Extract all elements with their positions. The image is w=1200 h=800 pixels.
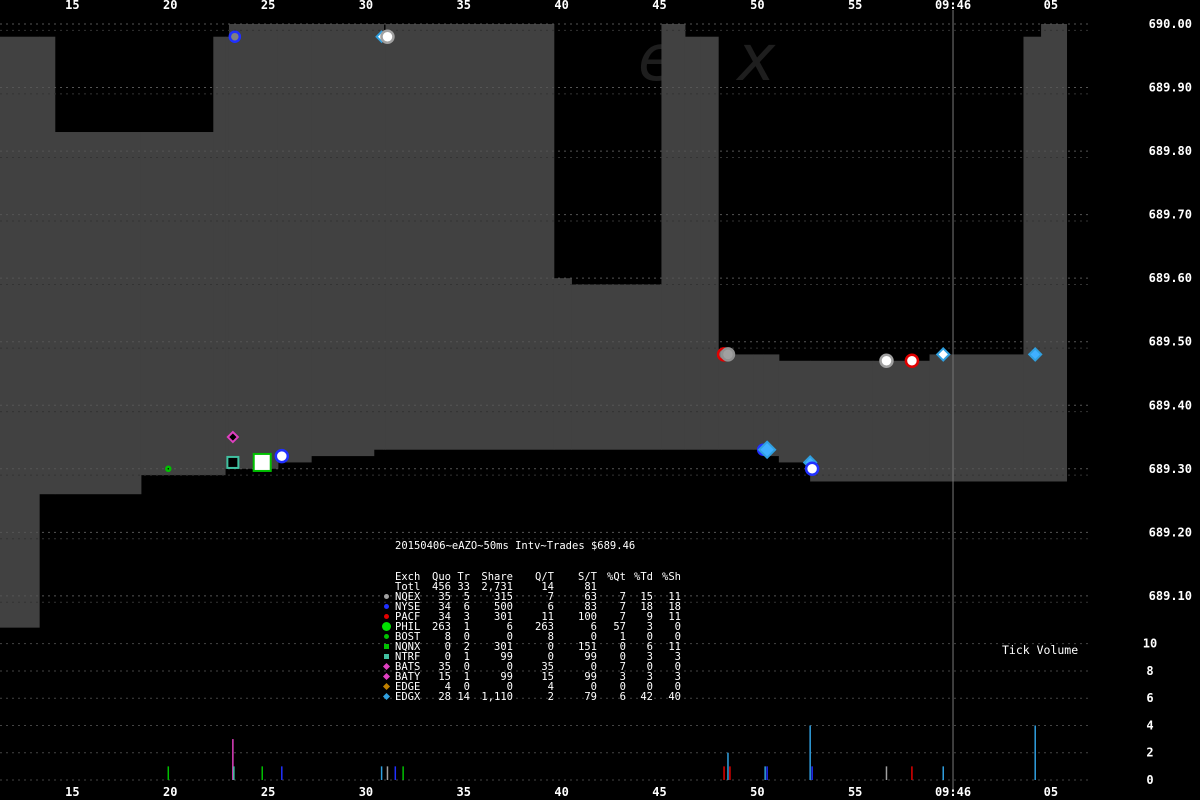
nbbo-spread-segment [39,36,56,495]
nbbo-spread-segment [753,354,764,450]
price-tick-label: 689.10 [1149,589,1192,603]
x-tick-label-top: 05 [1044,0,1058,12]
stats-cell: 28 [438,691,451,703]
price-tick-label: 689.50 [1149,335,1192,349]
nbbo-spread-segment [718,354,754,450]
stats-cell: 42 [640,691,653,703]
price-tick-label: 689.30 [1149,462,1192,476]
stats-cell: %Td [634,571,653,583]
x-tick-label-bottom: 55 [848,785,862,799]
stats-cell: 14 [457,691,470,703]
trade-marker-nqex [720,347,736,362]
x-tick-label-top: 50 [750,0,764,12]
stats-cell: EDGX [395,691,421,703]
nbbo-spread-segment [277,24,312,463]
volume-tick-label: 8 [1146,664,1153,678]
volume-tick-label: 10 [1143,637,1157,651]
legend-marker [384,594,389,599]
nbbo-spread-segment [1041,24,1068,482]
trade-marker-ntrf [226,455,240,469]
price-tick-label: 689.20 [1149,525,1192,539]
legend-marker [384,634,389,639]
x-tick-label-top: 30 [359,0,373,12]
stats-cell: 40 [668,691,681,703]
volume-tick-label: 4 [1146,718,1153,732]
trade-marker-nqnx [252,452,272,472]
volume-tick-label: 2 [1146,746,1153,760]
nbbo-spread-segment [700,36,719,450]
stats-cell: 2 [547,691,554,703]
volume-axis-label: Tick Volume [1002,643,1079,657]
x-tick-label-bottom: 05 [1044,785,1058,799]
x-tick-label-bottom: 15 [65,785,79,799]
nbbo-spread-segment [1023,36,1042,482]
stats-body: Exch Quo Tr Share Q/T S/T %Qt %Td %Sh Totl 456 33 2,… [382,571,695,703]
x-tick-label-bottom: 50 [750,785,764,799]
legend-marker [384,614,389,619]
nbbo-spread-segment [553,278,572,450]
x-tick-label-bottom: 35 [457,785,471,799]
stats-cell: %Sh [662,571,681,583]
trade-marker-nqex [380,29,395,44]
x-tick-label-top: 55 [848,0,862,12]
stats-table: 20150406~eAZO~50ms Intv~Trades $689.46 E… [382,521,695,712]
price-tick-label: 690.00 [1149,17,1192,31]
legend-marker [382,622,391,631]
volume-tick-label: 0 [1146,773,1153,787]
trade-marker-pacf [904,353,920,369]
nbbo-spread-segment [810,360,874,482]
trade-marker-nyse [804,461,820,477]
x-tick-label-bottom: 45 [652,785,666,799]
stats-row-edgx: EDGX 28 14 1,110 2 79 6 42 40 [382,691,695,703]
nbbo-spread-segment [228,24,279,469]
trade-marker-nqex [879,353,894,369]
x-tick-label-bottom: 09:46 [935,785,971,799]
trade-marker-nyse [274,448,290,464]
x-tick-label-bottom: 25 [261,785,275,799]
x-tick-label-top: 25 [261,0,275,12]
price-tick-label: 689.90 [1149,81,1192,95]
nbbo-spread-segment [140,132,214,476]
trade-marker-nyse [228,30,242,43]
legend-marker [384,604,389,609]
volume-tick-label: 6 [1146,691,1153,705]
stats-cell: %Qt [607,571,626,583]
price-tick-label: 689.70 [1149,208,1192,222]
nbbo-spread-segment [929,354,1024,482]
nbbo-spread-segment [54,132,142,495]
nbbo-spread-segment [213,36,226,476]
nbbo-spread-segment [684,36,702,450]
legend-marker [384,654,389,659]
nbbo-spread-segment [872,360,931,482]
legend-marker [384,644,389,649]
stats-cell: 1,110 [481,691,513,703]
x-tick-label-top: 09:46 [935,0,971,12]
x-tick-label-top: 15 [65,0,79,12]
chart-title: 20150406~eAZO~50ms Intv~Trades $689.46 [395,540,636,552]
nbbo-spread-segment [571,284,662,450]
nbbo-spread-segment [311,24,375,457]
x-tick-label-top: 45 [652,0,666,12]
x-tick-label-bottom: 30 [359,785,373,799]
x-tick-label-top: 40 [554,0,568,12]
nbbo-spread-segment [225,36,230,469]
x-tick-label-top: 20 [163,0,177,12]
stats-cell: 79 [584,691,597,703]
stats-cell: 6 [619,691,626,703]
x-tick-label-bottom: 20 [163,785,177,799]
x-tick-label-top: 35 [457,0,471,12]
trade-marker-bost [165,465,172,473]
price-tick-label: 689.80 [1149,144,1192,158]
x-tick-label-bottom: 40 [554,785,568,799]
price-tick-label: 689.40 [1149,398,1192,412]
price-tick-label: 689.60 [1149,271,1192,285]
nbbo-spread-segment [763,354,780,457]
